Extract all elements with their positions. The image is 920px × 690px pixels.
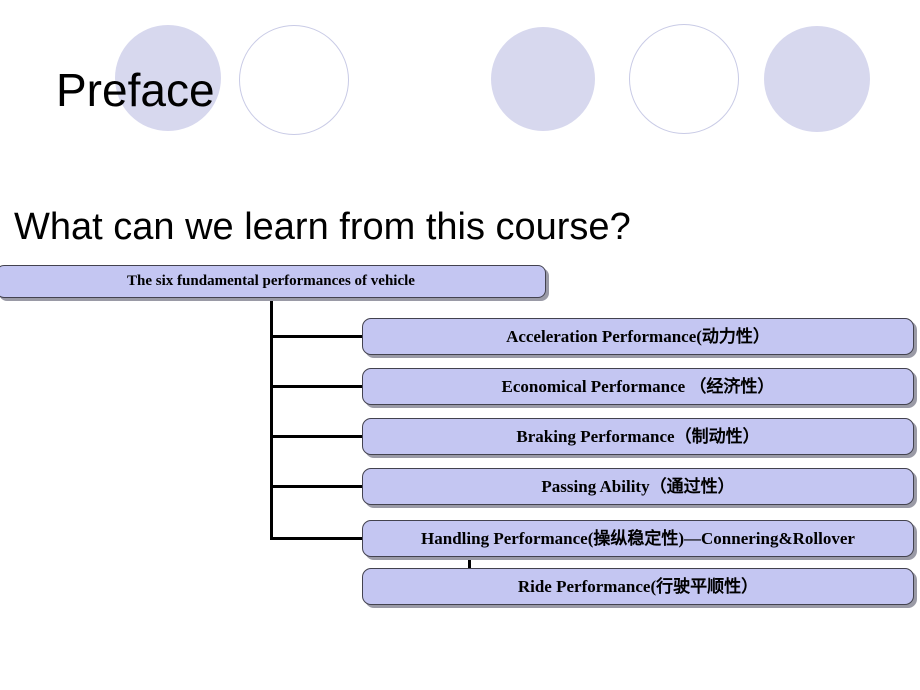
connector-branch-2 — [270, 385, 365, 388]
connector-branch-4 — [270, 485, 365, 488]
slide-canvas: Preface What can we learn from this cour… — [0, 0, 920, 690]
flowchart-node-braking[interactable]: Braking Performance（制动性） — [362, 418, 914, 455]
flowchart-node-braking-label: Braking Performance（制动性） — [516, 427, 760, 446]
connector-branch-1 — [270, 335, 365, 338]
flowchart-node-economical[interactable]: Economical Performance （经济性） — [362, 368, 914, 405]
flowchart-node-economical-label: Economical Performance （经济性） — [501, 377, 775, 396]
connector-branch-3 — [270, 435, 365, 438]
flowchart-node-root[interactable]: The six fundamental performances of vehi… — [0, 265, 546, 298]
flowchart-node-ride-label: Ride Performance(行驶平顺性） — [517, 577, 759, 596]
header-circle-5 — [764, 26, 870, 132]
flowchart-node-ride[interactable]: Ride Performance(行驶平顺性） — [362, 568, 914, 605]
flowchart-node-acceleration-label: Acceleration Performance(动力性） — [506, 327, 770, 346]
flowchart-node-handling[interactable]: Handling Performance(操纵稳定性)—Connering&Ro… — [362, 520, 914, 557]
header-circle-4 — [629, 24, 739, 134]
flowchart-node-passing-label: Passing Ability（通过性） — [541, 477, 735, 496]
slide-title: Preface — [56, 64, 215, 116]
question-heading: What can we learn from this course? — [14, 206, 631, 248]
header-circle-3 — [491, 27, 595, 131]
flowchart-node-passing[interactable]: Passing Ability（通过性） — [362, 468, 914, 505]
connector-branch-5 — [270, 537, 365, 540]
flowchart-node-handling-label: Handling Performance(操纵稳定性)—Connering&Ro… — [421, 529, 855, 548]
flowchart-node-acceleration[interactable]: Acceleration Performance(动力性） — [362, 318, 914, 355]
flowchart-node-root-label: The six fundamental performances of vehi… — [127, 273, 415, 289]
header-circle-2 — [239, 25, 349, 135]
